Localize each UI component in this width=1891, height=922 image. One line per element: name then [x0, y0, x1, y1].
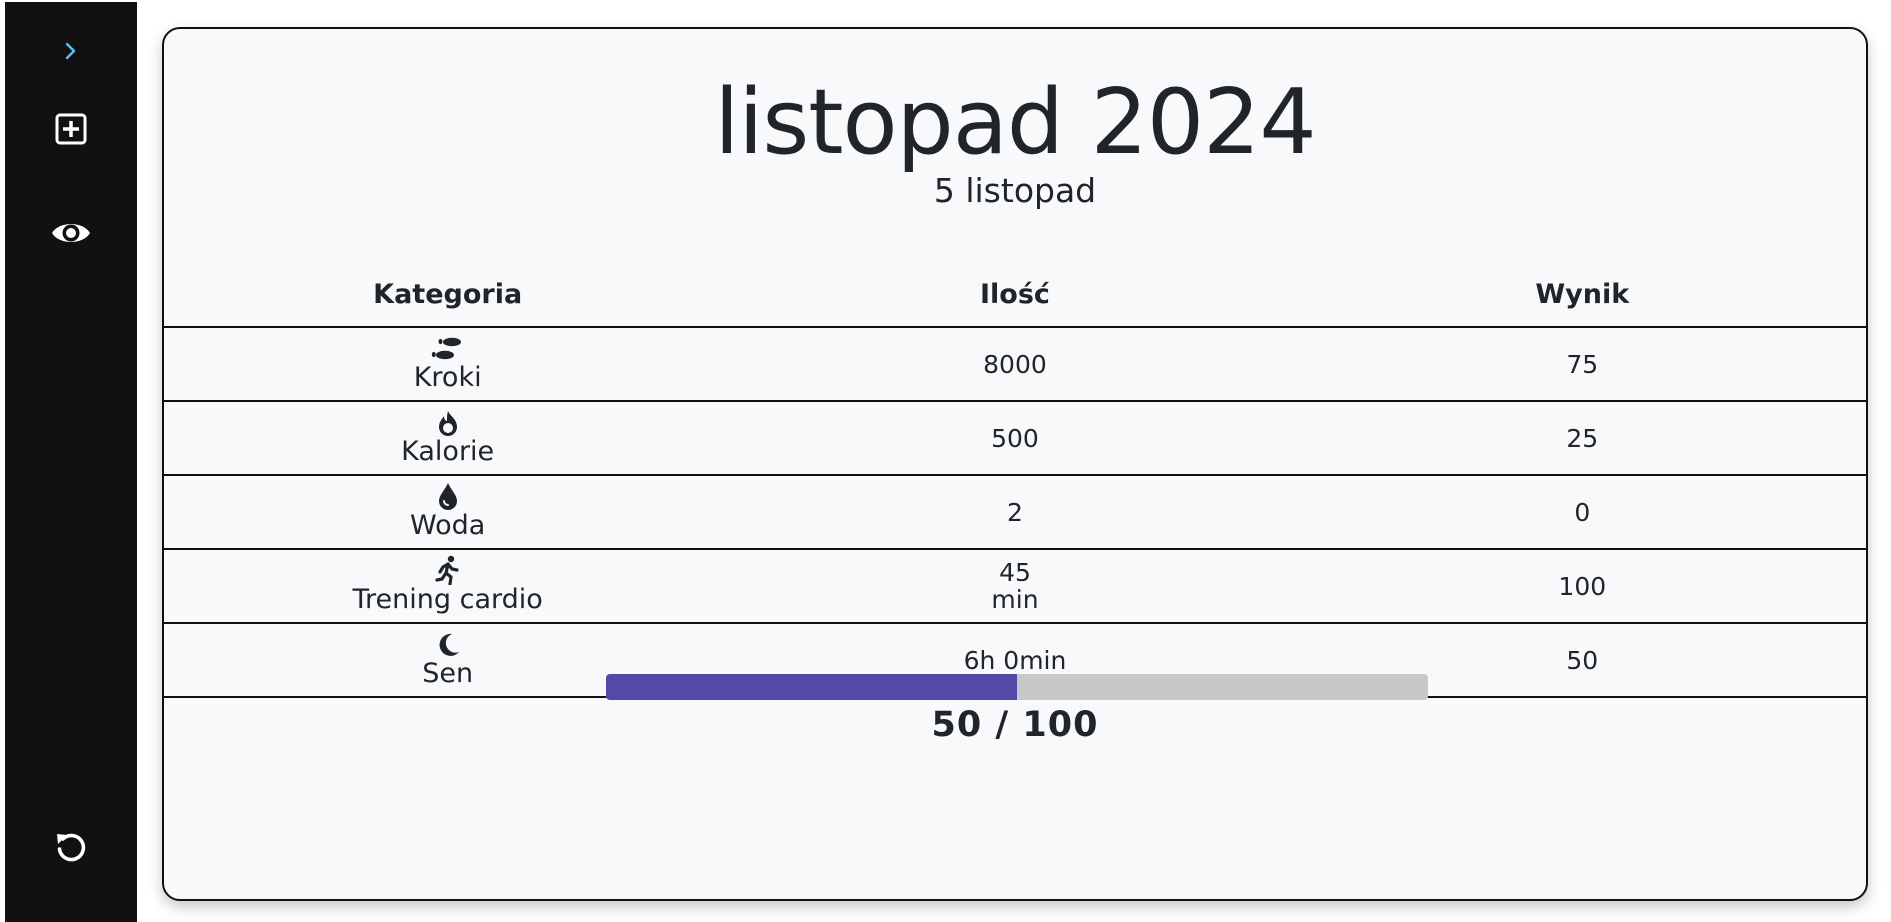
- eye-icon: [52, 224, 90, 242]
- table-row: Trening cardio 45 min 100: [164, 550, 1866, 624]
- score-summary: 50 / 100: [931, 705, 1099, 745]
- footprints-icon: [431, 335, 465, 363]
- column-header-amount: Ilość: [980, 278, 1050, 310]
- amount-cell: 45 min: [731, 559, 1298, 613]
- chevron-right-icon: [65, 42, 76, 60]
- running-person-icon: [434, 555, 462, 585]
- table-row: Kroki 8000 75: [164, 328, 1866, 402]
- score-progress-fill: [606, 674, 1017, 700]
- moon-icon: [435, 631, 461, 659]
- amount-cell: 8000: [983, 349, 1047, 379]
- page-title: listopad 2024: [714, 70, 1316, 175]
- water-drop-icon: [436, 483, 460, 511]
- score-cell: 50: [1566, 645, 1599, 675]
- column-header-category: Kategoria: [373, 278, 523, 310]
- table-header: Kategoria Ilość Wynik: [164, 262, 1866, 328]
- amount-unit: min: [991, 585, 1039, 614]
- fire-icon: [435, 409, 461, 437]
- amount-value: 45: [999, 558, 1031, 587]
- category-cell: Woda: [164, 483, 731, 541]
- score-cell: 100: [1558, 571, 1607, 601]
- category-cell: Trening cardio: [164, 555, 731, 615]
- expand-sidebar-button[interactable]: [5, 30, 137, 72]
- plus-square-icon: [55, 113, 87, 145]
- table-row: Woda 2 0: [164, 476, 1866, 550]
- reset-button[interactable]: [5, 825, 137, 869]
- score-progress-bar: [606, 674, 1428, 700]
- amount-cell: 6h 0min: [963, 645, 1067, 675]
- sidebar: [5, 2, 137, 922]
- date-subtitle: 5 listopad: [933, 171, 1097, 210]
- category-label: Sen: [422, 658, 474, 689]
- amount-cell: 2: [1007, 497, 1023, 527]
- category-label: Kroki: [413, 362, 482, 393]
- category-label: Woda: [409, 510, 486, 541]
- undo-icon: [57, 833, 86, 862]
- score-cell: 25: [1566, 423, 1599, 453]
- category-cell: Kalorie: [164, 409, 731, 467]
- category-label: Kalorie: [401, 436, 495, 467]
- category-cell: Kroki: [164, 335, 731, 393]
- day-summary-card: listopad 2024 5 listopad Kategoria Ilość…: [162, 27, 1868, 901]
- table-row: Kalorie 500 25: [164, 402, 1866, 476]
- column-header-score: Wynik: [1535, 278, 1630, 310]
- category-label: Trening cardio: [352, 584, 543, 615]
- amount-cell: 500: [991, 423, 1039, 453]
- score-cell: 0: [1574, 497, 1591, 527]
- activity-table: Kategoria Ilość Wynik Kroki 8000 75 Kalo…: [164, 262, 1866, 698]
- score-cell: 75: [1566, 349, 1599, 379]
- view-button[interactable]: [5, 212, 137, 254]
- add-entry-button[interactable]: [5, 108, 137, 150]
